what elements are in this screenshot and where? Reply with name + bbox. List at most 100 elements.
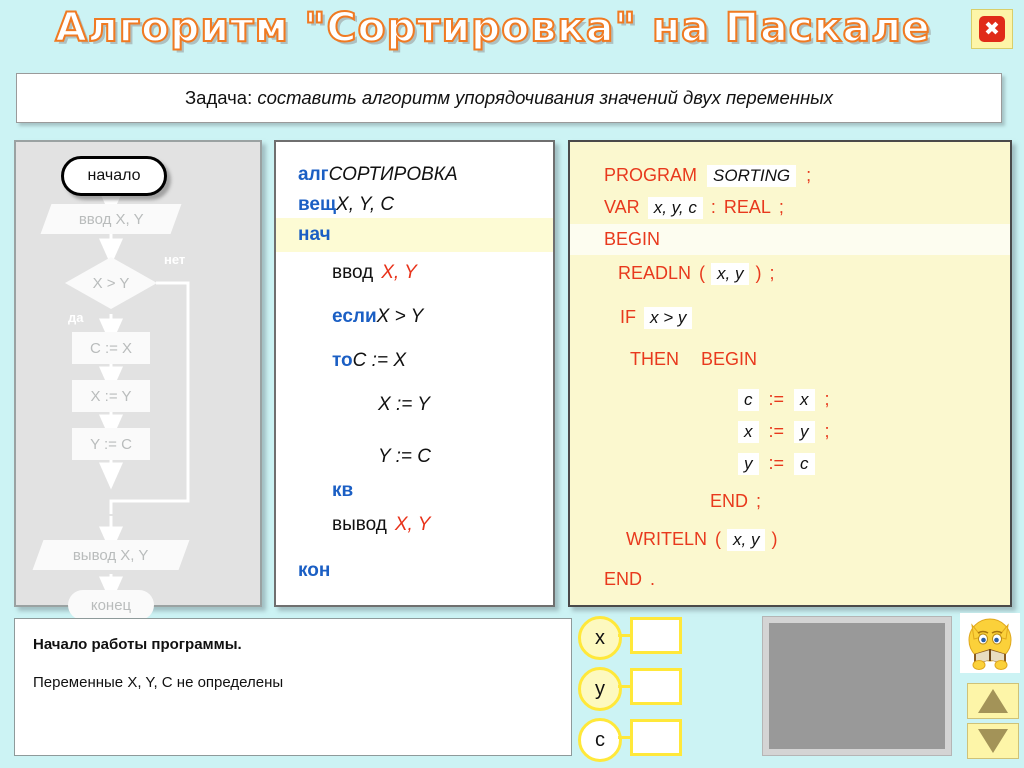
pascal-readln-args: x, y — [711, 262, 750, 285]
pascal-line-begin[interactable]: BEGIN — [570, 224, 1010, 255]
pascal-kw-begin: BEGIN — [604, 229, 661, 249]
pascal-semicolon-2: ; — [778, 197, 784, 217]
variables-watch: x y c — [578, 616, 698, 762]
pascal-paren-open-1: ( — [699, 263, 706, 283]
algo-vars-input: X, Y — [381, 262, 417, 283]
flowchart-panel: начало ввод X, Y X > Y C := X X := Y Y :… — [14, 140, 262, 620]
nav-up-button[interactable] — [967, 683, 1019, 719]
arrow-up-icon — [978, 689, 1008, 713]
pascal-semicolon-5: ; — [824, 421, 830, 441]
pascal-paren-open-2: ( — [715, 529, 721, 549]
flow-node-assign-3-label: Y := C — [90, 435, 132, 453]
flow-node-assign-2-label: X := Y — [90, 387, 132, 405]
flow-branch-label-yes: да — [68, 310, 84, 325]
algo-line-kon[interactable]: кон — [276, 554, 553, 588]
helper-smiley-icon — [960, 613, 1020, 673]
pascal-kw-readln: READLN — [618, 263, 692, 283]
algo-vars-output: X, Y — [394, 514, 431, 535]
pascal-line-then[interactable]: THEN BEGIN — [570, 344, 1010, 375]
algo-line-vesch[interactable]: вещ X, Y, C — [276, 188, 553, 222]
close-button[interactable]: ✖ — [971, 9, 1013, 49]
variable-name-c: c — [578, 718, 622, 762]
flow-node-condition-label: X > Y — [92, 274, 130, 292]
pascal-semicolon-1: ; — [806, 165, 812, 185]
pascal-line-if[interactable]: IF x > y — [570, 302, 1010, 333]
pascal-assign-3: := — [768, 453, 785, 473]
flow-branch-label-no: нет — [164, 252, 186, 267]
pascal-line-var[interactable]: VAR x, y, c : REAL ; — [570, 192, 1010, 223]
algo-kw-kon: кон — [298, 560, 331, 581]
pascal-line-readln[interactable]: READLN ( x, y ) ; — [570, 258, 1010, 289]
pascal-program-name: SORTING — [707, 164, 797, 187]
algo-line-if[interactable]: если X > Y — [276, 300, 553, 334]
flow-node-assign-1-label: C := X — [89, 339, 133, 357]
algo-kw-then: то — [332, 350, 353, 371]
pascal-kw-end-inner: END — [710, 491, 749, 511]
algo-kw-kv: кв — [332, 480, 354, 501]
variable-value-x[interactable] — [630, 617, 682, 654]
pascal-kw-end: END — [604, 569, 643, 589]
algo-kw-alg: алг — [298, 164, 329, 185]
pascal-line-writeln[interactable]: WRITELN ( x, y ) — [570, 524, 1010, 555]
flow-node-input[interactable]: ввод X, Y — [40, 204, 182, 234]
pascal-kw-var: VAR — [604, 197, 640, 217]
algo-text-swap-3: Y := C — [378, 446, 431, 467]
pascal-paren-close-2: ) — [771, 529, 778, 549]
page-title: Алгоритм "Сортировка" на Паскале — [54, 4, 931, 52]
flow-node-assign-1[interactable]: C := X — [72, 332, 150, 364]
flow-node-input-label: ввод X, Y — [78, 210, 144, 228]
title-bar: Алгоритм "Сортировка" на Паскале ✖ — [0, 0, 1024, 60]
pascal-line-program[interactable]: PROGRAM SORTING ; — [570, 160, 1010, 191]
pascal-swap1-lhs: c — [738, 388, 759, 411]
algorithm-code: алг СОРТИРОВКА вещ X, Y, C нач ввод X, Y… — [276, 142, 553, 605]
task-banner-text: Задача: составить алгоритм упорядочивани… — [185, 87, 833, 109]
pascal-line-swap-3[interactable]: y := c — [570, 448, 1010, 479]
flow-node-assign-3[interactable]: Y := C — [72, 428, 150, 460]
task-label: Задача: — [185, 87, 253, 108]
variable-name-x: x — [578, 616, 622, 660]
pascal-kw-writeln: WRITELN — [626, 529, 707, 549]
smiley-reading-book-icon — [968, 618, 1012, 670]
variable-value-c[interactable] — [630, 719, 682, 756]
algo-line-output[interactable]: вывод X, Y — [276, 508, 553, 542]
pascal-colon: : — [710, 197, 716, 217]
pascal-swap2-rhs: y — [794, 420, 815, 443]
algo-line-kv[interactable]: кв — [276, 474, 553, 508]
flow-node-end-label: конец — [90, 596, 132, 614]
flow-node-output[interactable]: вывод X, Y — [32, 540, 190, 570]
flow-node-end[interactable]: конец — [68, 590, 154, 620]
flow-node-condition[interactable]: X > Y — [76, 269, 146, 297]
algo-kw-vesch: вещ — [298, 194, 337, 215]
algo-line-then[interactable]: то C := X — [276, 344, 553, 378]
task-banner: Задача: составить алгоритм упорядочивани… — [16, 73, 1002, 123]
pascal-var-list: x, y, c — [647, 196, 703, 219]
algo-line-nach[interactable]: нач — [276, 218, 553, 252]
console-output-panel: Начало работы программы. Переменные X, Y… — [14, 618, 572, 756]
flow-node-start[interactable]: начало — [61, 156, 167, 196]
algo-text-alg: СОРТИРОВКА — [328, 164, 458, 185]
variable-value-y[interactable] — [630, 668, 682, 705]
pascal-line-end[interactable]: END . — [570, 564, 1010, 595]
algo-line-input[interactable]: ввод X, Y — [276, 256, 553, 290]
pascal-line-swap-1[interactable]: c := x ; — [570, 384, 1010, 415]
flow-node-output-label: вывод X, Y — [73, 546, 149, 564]
pascal-panel: PROGRAM SORTING ; VAR x, y, c : REAL ; B… — [568, 140, 1012, 607]
pascal-code: PROGRAM SORTING ; VAR x, y, c : REAL ; B… — [570, 142, 1010, 605]
arrow-down-icon — [978, 729, 1008, 753]
pascal-swap3-rhs: c — [794, 452, 815, 475]
pascal-semicolon-6: ; — [756, 491, 762, 511]
algo-line-swap-3[interactable]: Y := C — [276, 440, 553, 474]
variable-row-y: y — [578, 667, 698, 711]
pascal-line-end-inner[interactable]: END ; — [570, 486, 1010, 517]
pascal-type-real: REAL — [723, 197, 771, 217]
pascal-line-swap-2[interactable]: x := y ; — [570, 416, 1010, 447]
pascal-semicolon-3: ; — [769, 263, 775, 283]
nav-down-button[interactable] — [967, 723, 1019, 759]
flow-node-assign-2[interactable]: X := Y — [72, 380, 150, 412]
pascal-swap2-lhs: x — [738, 420, 759, 443]
pascal-writeln-args: x, y — [727, 528, 766, 551]
pascal-kw-program: PROGRAM — [604, 165, 698, 185]
algo-kw-nach: нач — [298, 224, 331, 245]
algo-line-swap-2[interactable]: X := Y — [276, 388, 553, 422]
algo-line-alg[interactable]: алг СОРТИРОВКА — [276, 158, 553, 192]
